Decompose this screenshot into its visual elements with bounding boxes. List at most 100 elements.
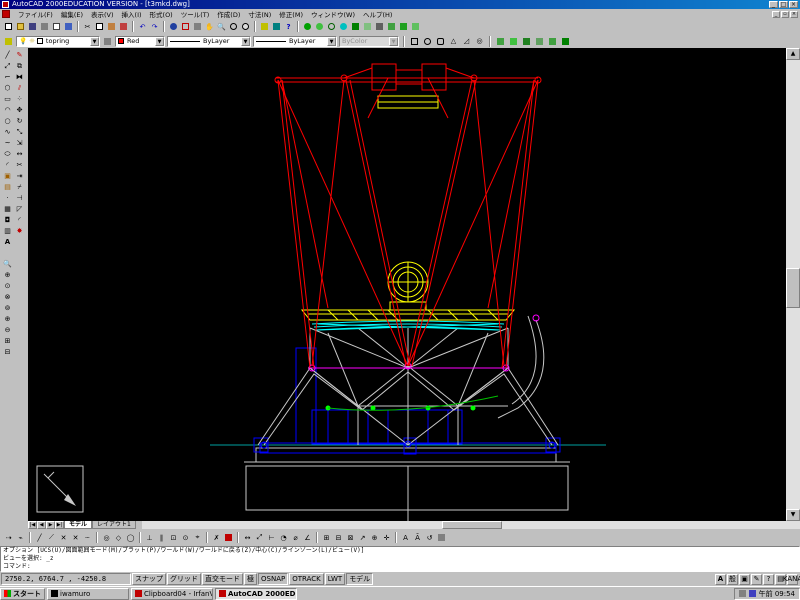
command-prompt[interactable]: コマンド: <box>3 563 799 571</box>
scroll-thumb[interactable] <box>786 268 800 308</box>
tab-first-button[interactable]: |◀ <box>28 521 37 529</box>
model-toggle[interactable]: モデル <box>346 573 374 585</box>
dim-center-icon[interactable]: ✛ <box>381 532 392 543</box>
line-icon[interactable]: ╱ <box>2 50 13 60</box>
dim-continue-icon[interactable]: ⊠ <box>345 532 356 543</box>
matchprop-icon[interactable] <box>118 21 129 32</box>
layer-manager-icon[interactable] <box>3 36 14 47</box>
snap-icon[interactable] <box>180 21 191 32</box>
dim-angular-icon[interactable]: ∠ <box>302 532 313 543</box>
torus-icon[interactable]: ◎ <box>474 36 485 47</box>
undo-icon[interactable]: ↶ <box>137 21 148 32</box>
dim-edit-icon[interactable]: A <box>400 532 411 543</box>
menu-help[interactable]: ヘルプ(H) <box>359 9 396 19</box>
fillet-icon[interactable]: ◜ <box>14 215 25 225</box>
menu-view[interactable]: 表示(V) <box>87 9 118 19</box>
spell-icon[interactable] <box>63 21 74 32</box>
designcenter-icon[interactable] <box>271 21 282 32</box>
maximize-button[interactable]: □ <box>779 1 788 8</box>
snap-quadrant-icon[interactable]: ◇ <box>113 532 124 543</box>
zoom-realtime-icon[interactable]: 🔍 <box>216 21 227 32</box>
help-icon[interactable]: ? <box>283 21 294 32</box>
lwt-toggle[interactable]: LWT <box>324 573 346 585</box>
dim-text-edit-icon[interactable]: Ā <box>412 532 423 543</box>
snap-endpoint-icon[interactable]: ╱ <box>34 532 45 543</box>
dim-linear-icon[interactable]: ↔ <box>242 532 253 543</box>
dim-quick-icon[interactable]: ⊞ <box>321 532 332 543</box>
menu-tools[interactable]: ツール(T) <box>177 9 214 19</box>
circle-icon[interactable]: ○ <box>2 116 13 126</box>
rotate-icon[interactable]: ↻ <box>14 116 25 126</box>
interfere-icon[interactable] <box>547 36 558 47</box>
arc-icon[interactable]: ◠ <box>2 105 13 115</box>
scroll-up-button[interactable]: ▲ <box>786 48 800 60</box>
wedge-icon[interactable]: ◿ <box>461 36 472 47</box>
task-irfanview[interactable]: Clipboard04 - IrfanView <box>131 587 213 600</box>
break-at-point-icon[interactable]: ⊣ <box>14 193 25 203</box>
tab-next-button[interactable]: ▶ <box>46 521 55 529</box>
zoom-previous-icon[interactable] <box>240 21 251 32</box>
ortho-view-icon[interactable] <box>409 36 420 47</box>
start-button[interactable]: スタート <box>0 587 45 600</box>
zoom-in-icon[interactable]: ⊕ <box>2 314 13 324</box>
osnap-settings-icon[interactable] <box>223 532 234 543</box>
snap-apparent-icon[interactable]: ✕ <box>70 532 81 543</box>
spline-icon[interactable]: ~ <box>2 138 13 148</box>
speaker-icon[interactable] <box>738 590 746 597</box>
temp-track-icon[interactable]: ⇢ <box>3 532 14 543</box>
dim-aligned-icon[interactable]: ⤢ <box>254 532 265 543</box>
menu-format[interactable]: 形式(O) <box>146 9 177 19</box>
ime-dictionary-icon[interactable]: ▣ <box>739 573 750 585</box>
task-iwamuro[interactable]: iwamuro <box>47 587 129 600</box>
slice-icon[interactable] <box>521 36 532 47</box>
network-icon[interactable] <box>748 590 756 597</box>
new-icon[interactable] <box>3 21 14 32</box>
dim-radius-icon[interactable]: ◔ <box>278 532 289 543</box>
break-icon[interactable]: ⌿ <box>14 182 25 192</box>
array-icon[interactable]: ⁘ <box>14 94 25 104</box>
save-icon[interactable] <box>27 21 38 32</box>
ime-kana-icon[interactable]: 般 <box>727 573 738 585</box>
chevron-down-icon[interactable]: ▼ <box>327 36 336 46</box>
dim-style-icon[interactable] <box>436 532 447 543</box>
cut-icon[interactable]: ✂ <box>82 21 93 32</box>
table-icon[interactable]: ▥ <box>2 226 13 236</box>
move-icon[interactable]: ✥ <box>14 105 25 115</box>
view-side-icon[interactable] <box>410 21 421 32</box>
doc-restore-button[interactable]: ▫ <box>781 10 789 18</box>
snap-extension-icon[interactable]: ┄ <box>82 532 93 543</box>
zoom-window-icon[interactable]: ⊕ <box>2 270 13 280</box>
zoom-window-icon[interactable] <box>228 21 239 32</box>
clock[interactable]: 午前 09:54 <box>759 589 795 599</box>
tab-model[interactable]: モデル <box>64 521 93 529</box>
lengthen-icon[interactable]: ↔ <box>14 149 25 159</box>
zoom-scale-icon[interactable]: ⊗ <box>2 292 13 302</box>
zoom-dynamic-icon[interactable]: ⊙ <box>2 281 13 291</box>
hscroll-thumb[interactable] <box>441 521 502 529</box>
revcloud-icon[interactable]: ∿ <box>2 127 13 137</box>
from-icon[interactable]: ⌁ <box>15 532 26 543</box>
tab-last-button[interactable]: ▶| <box>55 521 64 529</box>
ortho-toggle[interactable]: 直交モード <box>202 573 243 585</box>
snap-center-icon[interactable]: ◎ <box>101 532 112 543</box>
hyperlink-icon[interactable] <box>168 21 179 32</box>
autocad-app-icon[interactable] <box>2 1 9 8</box>
document-icon[interactable] <box>2 10 10 18</box>
task-autocad[interactable]: AutoCAD 2000EDUC... <box>215 587 297 600</box>
menu-insert[interactable]: 挿入(I) <box>118 9 146 19</box>
snap-perpendicular-icon[interactable]: ⊥ <box>144 532 155 543</box>
properties-icon[interactable] <box>259 21 270 32</box>
chevron-down-icon[interactable]: ▼ <box>155 36 164 46</box>
snap-parallel-icon[interactable]: ∥ <box>156 532 167 543</box>
copy-icon[interactable] <box>94 21 105 32</box>
point-icon[interactable]: · <box>2 193 13 203</box>
menu-edit[interactable]: 編集(E) <box>57 9 87 19</box>
snap-insert-icon[interactable]: ⊡ <box>168 532 179 543</box>
ellipse-arc-icon[interactable]: ◜ <box>2 160 13 170</box>
block-icon[interactable]: ▤ <box>2 182 13 192</box>
ime-kanji-icon[interactable]: KANA <box>783 573 800 585</box>
menu-modify[interactable]: 修正(M) <box>275 9 307 19</box>
explode-icon[interactable]: ✸ <box>14 226 25 236</box>
tab-layout1[interactable]: レイアウト1 <box>92 521 136 529</box>
vertical-scrollbar[interactable]: ▲ ▼ <box>786 48 800 521</box>
